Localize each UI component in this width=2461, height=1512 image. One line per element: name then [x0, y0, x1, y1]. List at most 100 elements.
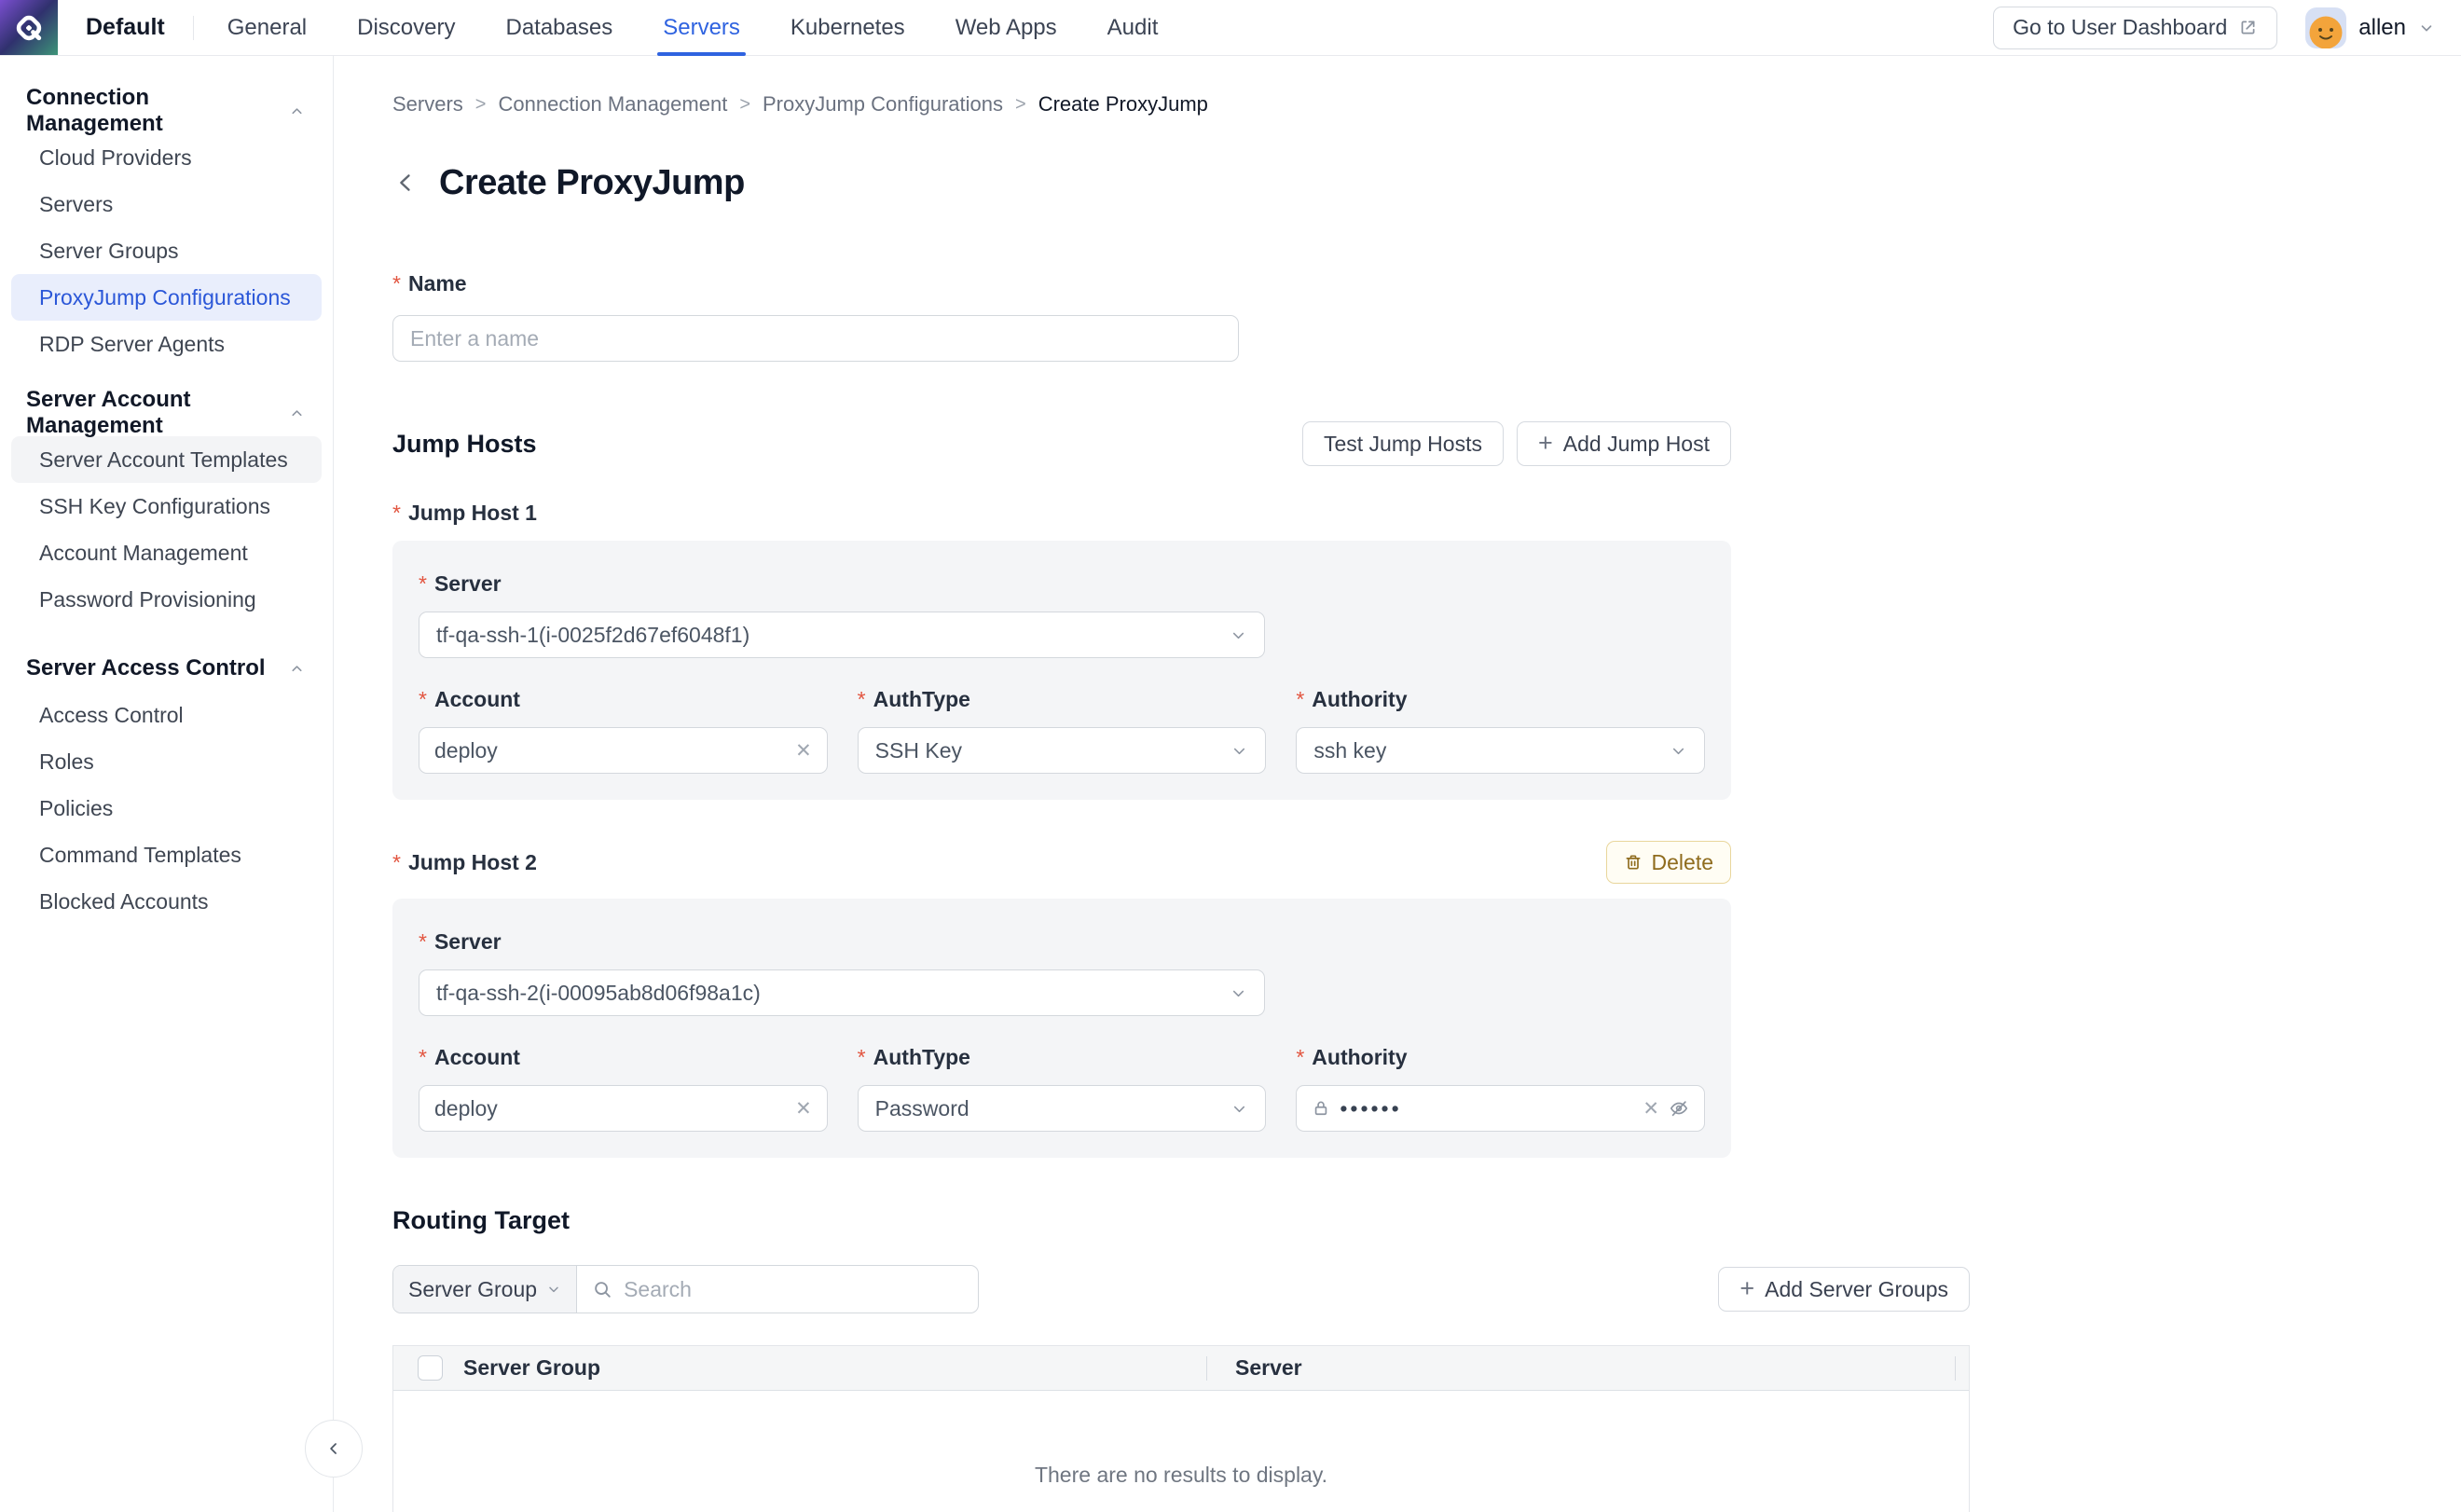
filter-field-value: Server Group — [408, 1277, 537, 1302]
sidebar-item-ssh-key-configurations[interactable]: SSH Key Configurations — [11, 483, 322, 529]
tab-general[interactable]: General — [227, 0, 307, 56]
select-all-checkbox[interactable] — [418, 1355, 443, 1381]
column-divider — [1955, 1356, 1956, 1381]
jump-host-2-label-text: Jump Host 2 — [408, 850, 537, 875]
trash-icon — [1624, 853, 1643, 872]
plus-icon: + — [1739, 1276, 1754, 1301]
avatar — [2305, 7, 2346, 48]
required-asterisk: * — [392, 271, 401, 296]
sidebar-group-server-account-management: Server Account Management Server Account… — [0, 390, 333, 623]
sidebar-item-cloud-providers[interactable]: Cloud Providers — [11, 134, 322, 181]
jump-host-1-authority-select[interactable]: ssh key — [1296, 727, 1705, 774]
chevron-down-icon — [546, 1282, 561, 1297]
sidebar-item-rdp-server-agents[interactable]: RDP Server Agents — [11, 321, 322, 367]
sidebar-item-command-templates[interactable]: Command Templates — [11, 832, 322, 878]
breadcrumb-connection-management[interactable]: Connection Management — [498, 92, 727, 117]
jump-host-2-server-select[interactable]: tf-qa-ssh-2(i-00095ab8d06f98a1c) — [419, 969, 1265, 1016]
account-label: * Account — [419, 1044, 828, 1070]
sidebar-collapse-button[interactable] — [305, 1420, 363, 1478]
breadcrumb-servers[interactable]: Servers — [392, 92, 463, 117]
tab-discovery[interactable]: Discovery — [357, 0, 455, 56]
empty-state-text: There are no results to display. — [1035, 1463, 1327, 1488]
delete-jump-host-button[interactable]: Delete — [1606, 841, 1731, 884]
page-title-row: Create ProxyJump — [392, 160, 2461, 205]
required-asterisk: * — [1296, 1045, 1304, 1070]
jump-host-2-fields-row: * Account deploy ✕ * AuthType Password — [419, 1044, 1705, 1132]
add-jump-host-button[interactable]: + Add Jump Host — [1517, 421, 1731, 466]
sidebar-item-server-groups[interactable]: Server Groups — [11, 227, 322, 274]
routing-search-input[interactable] — [624, 1277, 963, 1302]
routing-filter-control: Server Group — [392, 1265, 979, 1313]
chevron-down-icon — [1230, 984, 1247, 1002]
server-select-value: tf-qa-ssh-1(i-0025f2d67ef6048f1) — [436, 623, 1218, 648]
primary-nav: General Discovery Databases Servers Kube… — [227, 0, 1159, 56]
sidebar-group-title: Server Account Management — [26, 387, 289, 439]
sidebar-item-proxyjump-configurations[interactable]: ProxyJump Configurations — [11, 274, 322, 321]
top-navigation-bar: Default General Discovery Databases Serv… — [0, 0, 2461, 56]
jump-host-1-card: * Server tf-qa-ssh-1(i-0025f2d67ef6048f1… — [392, 541, 1731, 800]
name-input[interactable] — [392, 315, 1239, 362]
jump-host-1-authtype-select[interactable]: SSH Key — [858, 727, 1267, 774]
table-header-row: Server Group Server — [393, 1346, 1969, 1391]
tab-kubernetes[interactable]: Kubernetes — [791, 0, 905, 56]
sidebar-group-server-access-control: Server Access Control Access Control Rol… — [0, 645, 333, 925]
clear-icon[interactable]: ✕ — [795, 1099, 812, 1119]
chevron-down-icon — [1670, 742, 1687, 760]
sidebar-item-policies[interactable]: Policies — [11, 785, 322, 832]
chevron-down-icon — [1230, 626, 1247, 644]
breadcrumb-proxyjump-configurations[interactable]: ProxyJump Configurations — [763, 92, 1003, 117]
external-link-icon — [2238, 18, 2258, 37]
authority-value: ssh key — [1313, 738, 1658, 763]
workspace-switcher[interactable]: Default — [86, 14, 165, 41]
clear-icon[interactable]: ✕ — [1643, 1099, 1659, 1119]
authority-label: * Authority — [1296, 686, 1705, 712]
go-to-user-dashboard-button[interactable]: Go to User Dashboard — [1993, 7, 2277, 49]
tab-audit[interactable]: Audit — [1107, 0, 1159, 56]
sidebar-group-header-connection-management[interactable]: Connection Management — [0, 88, 333, 134]
required-asterisk: * — [858, 687, 866, 712]
chevron-up-icon — [289, 103, 305, 119]
required-asterisk: * — [419, 571, 427, 597]
sidebar-item-roles[interactable]: Roles — [11, 738, 322, 785]
jump-host-2-authtype-select[interactable]: Password — [858, 1085, 1267, 1132]
filter-field-dropdown[interactable]: Server Group — [393, 1266, 577, 1313]
clear-icon[interactable]: ✕ — [795, 741, 812, 761]
tab-databases[interactable]: Databases — [505, 0, 612, 56]
required-asterisk: * — [1296, 687, 1304, 712]
sidebar-item-password-provisioning[interactable]: Password Provisioning — [11, 576, 322, 623]
user-name: allen — [2358, 15, 2406, 41]
authtype-label: * AuthType — [858, 1044, 1267, 1070]
sidebar-item-server-account-templates[interactable]: Server Account Templates — [11, 436, 322, 483]
jump-host-1-account-input[interactable]: deploy ✕ — [419, 727, 828, 774]
sidebar-group-header-server-access-control[interactable]: Server Access Control — [0, 645, 333, 692]
authtype-field: * AuthType Password — [858, 1044, 1267, 1132]
app-logo[interactable] — [0, 0, 58, 55]
jump-host-2-account-input[interactable]: deploy ✕ — [419, 1085, 828, 1132]
sidebar-item-account-management[interactable]: Account Management — [11, 529, 322, 576]
account-value: deploy — [434, 738, 786, 763]
sidebar-group-header-server-account-management[interactable]: Server Account Management — [0, 390, 333, 436]
jump-host-1-label-row: * Jump Host 1 — [392, 500, 1731, 526]
required-asterisk: * — [419, 687, 427, 712]
test-jump-hosts-button[interactable]: Test Jump Hosts — [1302, 421, 1504, 466]
back-button[interactable] — [392, 170, 419, 196]
eye-off-icon[interactable] — [1669, 1098, 1689, 1119]
authtype-label: * AuthType — [858, 686, 1267, 712]
jump-host-1-server-select[interactable]: tf-qa-ssh-1(i-0025f2d67ef6048f1) — [419, 612, 1265, 658]
required-asterisk: * — [392, 850, 401, 875]
routing-target-title: Routing Target — [392, 1206, 2461, 1235]
tab-web-apps[interactable]: Web Apps — [956, 0, 1057, 56]
tab-servers[interactable]: Servers — [663, 0, 740, 56]
add-server-groups-button[interactable]: + Add Server Groups — [1718, 1267, 1970, 1312]
chevron-up-icon — [289, 661, 305, 677]
app-screen: Default General Discovery Databases Serv… — [0, 0, 2461, 1512]
column-header-server: Server — [1207, 1355, 1302, 1381]
add-jump-host-label: Add Jump Host — [1563, 432, 1710, 457]
account-label-text: Account — [434, 687, 520, 712]
sidebar-item-blocked-accounts[interactable]: Blocked Accounts — [11, 878, 322, 925]
jump-host-2-authority-password-input[interactable]: •••••• ✕ — [1296, 1085, 1705, 1132]
user-menu[interactable]: allen — [2305, 7, 2435, 48]
sidebar-item-servers[interactable]: Servers — [11, 181, 322, 227]
authority-field: * Authority •••••• ✕ — [1296, 1044, 1705, 1132]
sidebar-item-access-control[interactable]: Access Control — [11, 692, 322, 738]
